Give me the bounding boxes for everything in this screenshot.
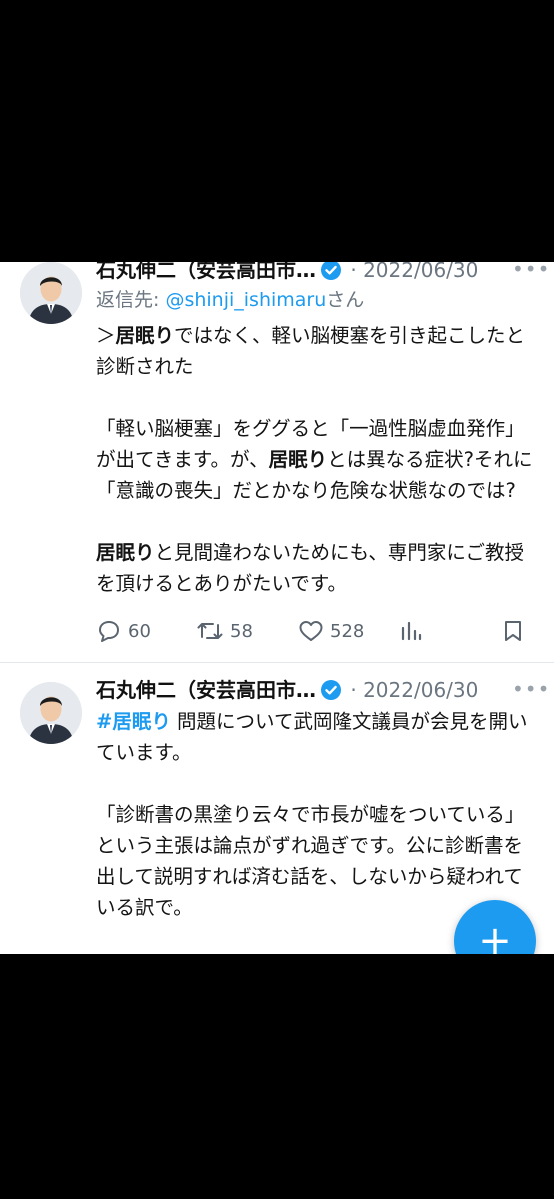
author-name[interactable]: 石丸伸二（安芸高田市… — [96, 262, 316, 282]
bookmark-icon — [505, 621, 521, 641]
tweet-paragraph: 居眠りと見間違わないためにも、専門家にご教授を頂けるとありがたいです。 — [96, 537, 536, 599]
reply-count: 60 — [128, 620, 151, 642]
tweet-header: 石丸伸二（安芸高田市… · 2022/06/30 — [96, 262, 478, 284]
like-count: 528 — [330, 620, 365, 642]
avatar-portrait-icon — [20, 682, 82, 744]
like-button[interactable]: 528 — [298, 615, 364, 647]
timeline-panel: 石丸伸二（安芸高田市… · 2022/06/30 ••• 返信先: @shinj… — [0, 262, 554, 954]
tweet-divider — [0, 662, 554, 663]
tweet-paragraph: 「診断書の黒塗り云々で市長が嘘をついている」という主張は論点がずれ過ぎです。公に… — [96, 799, 536, 923]
analytics-icon — [401, 621, 422, 641]
verified-badge-icon — [320, 262, 342, 281]
highlighted-keyword: 居眠り — [96, 541, 155, 564]
tweet-date[interactable]: 2022/06/30 — [363, 678, 478, 702]
avatar[interactable] — [20, 262, 82, 324]
highlighted-keyword: 居眠り — [115, 324, 175, 347]
tweet-header: 石丸伸二（安芸高田市… · 2022/06/30 — [96, 678, 479, 702]
more-icon[interactable]: ••• — [512, 262, 549, 286]
analytics-button[interactable] — [400, 615, 422, 647]
heart-icon — [299, 621, 323, 641]
tweet-text-run: と見間違わないためにも、専門家にご教授を頂けるとありがたいです。 — [96, 541, 525, 595]
verified-badge-icon — [320, 679, 342, 701]
reply-to-handle[interactable]: @shinji_ishimaru — [165, 289, 326, 311]
tweet-text-run: ＞ — [96, 324, 116, 347]
bookmark-button[interactable] — [502, 615, 524, 647]
reply-to-suffix: さん — [326, 289, 365, 311]
retweet-button[interactable]: 58 — [196, 615, 253, 647]
author-name[interactable]: 石丸伸二（安芸高田市… — [96, 678, 316, 702]
retweet-icon — [197, 623, 223, 639]
tweet-date[interactable]: 2022/06/30 — [363, 262, 478, 282]
hashtag-link[interactable]: #居眠り — [96, 710, 171, 733]
tweet-actions: 60 58 528 — [96, 615, 536, 647]
tweet-paragraph: ＞居眠りではなく、軽い脳梗塞を引き起こしたと診断された — [96, 320, 536, 382]
avatar-portrait-icon — [20, 262, 82, 324]
tweet-text: ＞居眠りではなく、軽い脳梗塞を引き起こしたと診断された「軽い脳梗塞」をググると「… — [96, 320, 536, 599]
avatar[interactable] — [20, 682, 82, 744]
reply-icon — [99, 621, 119, 642]
tweet-paragraph: #居眠り 問題について武岡隆文議員が会見を開いています。 — [96, 706, 536, 768]
reply-to-label: 返信先: — [96, 289, 166, 311]
tweet-text-run: 「診断書の黒塗り云々で市長が嘘をついている」という主張は論点がずれ過ぎです。公に… — [96, 803, 525, 919]
compose-icon: + — [478, 918, 512, 954]
more-icon[interactable]: ••• — [512, 678, 549, 706]
highlighted-keyword: 居眠り — [268, 448, 328, 471]
reply-to-line: 返信先: @shinji_ishimaruさん — [96, 286, 364, 314]
retweet-count: 58 — [230, 620, 253, 642]
tweet-paragraph: 「軽い脳梗塞」をググると「一過性脳虚血発作」が出てきます。が、居眠りとは異なる症… — [96, 413, 536, 506]
reply-button[interactable]: 60 — [96, 615, 151, 647]
